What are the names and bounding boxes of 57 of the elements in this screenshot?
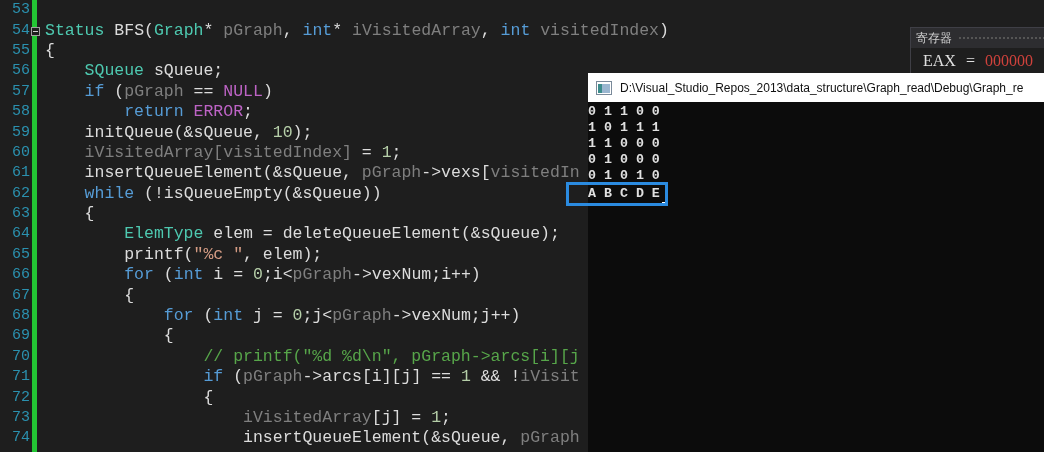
line-number: 72 [11,387,30,408]
line-number: 66 [11,265,30,286]
register-name: EAX [923,52,956,70]
line-number: 57 [11,81,30,102]
code-line: ElemType elem = deleteQueueElement(&sQueue); [123,224,560,245]
line-number: 73 [11,408,30,428]
code-line: if (pGraph == NULL) [83,81,273,102]
code-line: { [162,326,174,347]
line-number: 67 [11,285,30,306]
output-line: 0 1 0 1 0 [588,168,660,184]
line-number: 58 [11,102,30,123]
line-number: 56 [11,61,30,82]
line-number: 69 [11,326,30,347]
line-number: 60 [11,142,30,163]
code-line: printf("%c ", elem); [123,244,323,265]
highlighted-output-line: A B C D E [566,182,668,206]
code-line: iVisitedArray[j] = 1; [242,408,451,428]
line-number: 68 [11,306,30,327]
code-line: for (int j = 0;j<pGraph->vexNum;j++) [162,306,521,327]
line-number: 71 [11,367,30,388]
code-line: { [123,285,135,306]
line-number: 61 [11,163,30,184]
window-icon [596,80,612,95]
code-line: SQueue sQueue; [83,61,224,82]
code-line: // printf("%d %d\n", pGraph->arcs[i][j [202,346,580,367]
code-line: { [83,204,95,225]
equals-sign: = [965,52,975,70]
code-line: insertQueueElement(&sQueue, pGraph [242,428,580,449]
code-line: { [45,40,55,61]
code-line: return ERROR; [123,102,253,123]
text-cursor-icon [661,202,667,206]
line-number: 65 [11,244,30,265]
output-line: 1 1 0 0 0 [588,136,660,152]
register-value: 000000 [984,52,1033,70]
window-title: D:\Visual_Studio_Repos_2013\data_structure\Graph_read\Debug\Graph_re [620,80,1024,95]
code-line: if (pGraph->arcs[i][j] == 1 && !iVisit [202,367,580,388]
output-line: 1 0 1 1 1 [588,120,660,136]
line-number: 70 [11,346,30,367]
line-number: 55 [11,40,30,61]
code-line: insertQueueElement(&sQueue, pGraph->vexs[visitedIn [83,163,580,184]
line-number: 54 [11,20,30,41]
output-line: 0 1 1 0 0 [588,104,660,120]
line-number: 53 [11,0,30,21]
code-line: while (!isQueueEmpty(&sQueue)) [83,183,382,204]
line-number: 74 [11,428,30,449]
code-line: iVisitedArray[visitedIndex] = 1; [83,142,402,163]
code-line: Status BFS(Graph* pGraph, int* iVisitedArray, int visitedIndex) [45,20,669,41]
line-number: 59 [11,122,30,143]
line-number: 63 [11,204,30,225]
line-number: 62 [11,183,30,204]
panel-title: 寄存器 [916,29,952,47]
code-line: initQueue(&sQueue, 10); [83,122,313,143]
output-line: 0 1 0 0 0 [588,152,660,168]
code-line: { [202,387,214,408]
code-line: for (int i = 0;i<pGraph->vexNum;i++) [123,265,481,286]
collapse-icon[interactable] [31,26,40,36]
line-number: 64 [11,224,30,245]
